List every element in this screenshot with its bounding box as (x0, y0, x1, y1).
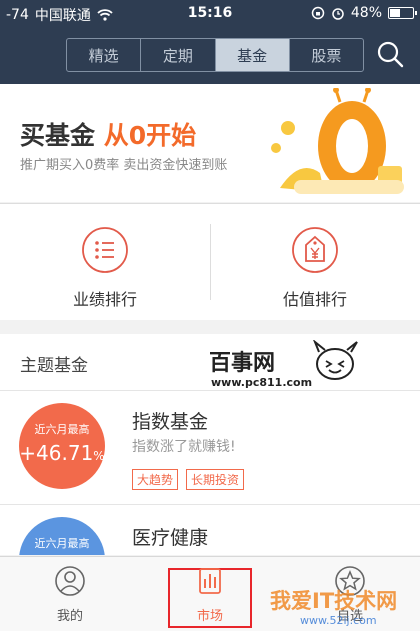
fund-rate-value: +46.71 (19, 441, 94, 465)
list-icon (82, 227, 128, 273)
theme-funds-header: 主题基金 百事网 www.pc811.com (0, 334, 420, 391)
zero-mascot-illustration (271, 88, 404, 194)
promo-banner[interactable]: 买基金 从0开始 推广期买入0费率 卖出资金快速到账 (0, 84, 420, 202)
user-icon (55, 566, 85, 596)
fund-tag: 长期投资 (186, 469, 245, 490)
tab-fixed-term[interactable]: 定期 (141, 39, 216, 71)
fund-name: 指数基金 (132, 411, 209, 433)
banner-title-accent: 从0开始 (103, 121, 197, 150)
fund-rate-unit: % (93, 449, 105, 463)
header: -74 中国联通 15:16 48% 精选 定期 基金 股票 (0, 0, 420, 84)
tabbar-item-mine[interactable]: 我的 (0, 557, 140, 631)
fund-period: 近六月最高 (34, 537, 90, 550)
fund-row-index[interactable]: 近六月最高 +46.71% 指数基金 指数涨了就赚钱! 大趋势 长期投资 (0, 391, 420, 505)
watermark-url-2: www.52ij.com (300, 614, 377, 627)
fund-name: 医疗健康 (132, 527, 209, 549)
yen-tag-icon (292, 227, 338, 273)
valuation-ranking-label: 估值排行 (282, 290, 347, 309)
watermark-brand-2: 我爱IT技术网 (270, 589, 397, 613)
watermark-logo-2: 我爱IT技术网 www.52ij.com (270, 589, 397, 627)
banner-title-main: 买基金 (20, 121, 96, 150)
performance-ranking-button[interactable]: 业绩排行 (0, 204, 210, 320)
alarm-icon (332, 8, 344, 20)
valuation-ranking-button[interactable]: 估值排行 (210, 204, 420, 320)
fund-tags: 大趋势 长期投资 (132, 469, 245, 490)
search-icon[interactable] (376, 40, 404, 68)
rotation-lock-icon (311, 6, 325, 20)
ranking-actions: 业绩排行 估值排行 (0, 203, 420, 320)
tabbar-item-market[interactable]: 市场 (140, 557, 280, 631)
battery-icon (388, 7, 417, 19)
watermark-url: www.pc811.com (211, 376, 312, 389)
status-bar: -74 中国联通 15:16 48% (0, 0, 420, 28)
tabbar-label-mine: 我的 (56, 609, 83, 624)
fund-return-badge: 近六月最高 +46.71% (19, 403, 105, 489)
tab-selected[interactable]: 精选 (67, 39, 142, 71)
tab-stocks[interactable]: 股票 (290, 39, 363, 71)
performance-ranking-label: 业绩排行 (72, 290, 137, 309)
fund-description: 指数涨了就赚钱! (132, 439, 236, 455)
fund-tag: 大趋势 (132, 469, 179, 490)
battery-percent: 48% (350, 5, 382, 21)
section-title: 主题基金 (20, 356, 88, 376)
watermark-logo: 百事网 www.pc811.com (209, 340, 358, 389)
tab-funds[interactable]: 基金 (215, 39, 290, 71)
fund-period: 近六月最高 (34, 423, 90, 436)
watermark-brand: 百事网 (209, 350, 275, 376)
battery-fill (390, 9, 400, 17)
segment-tabs: 精选 定期 基金 股票 (66, 38, 364, 72)
market-icon (199, 568, 221, 594)
fund-return-rate: +46.71% (19, 441, 105, 465)
banner-subtitle: 推广期买入0费率 卖出资金快速到账 (20, 158, 228, 173)
fund-return-badge: 近六月最高 (19, 517, 105, 555)
tabbar-label-market: 市场 (196, 609, 223, 624)
banner-title: 买基金 从0开始 (20, 116, 196, 152)
fund-row-healthcare[interactable]: 近六月最高 医疗健康 (0, 505, 420, 555)
